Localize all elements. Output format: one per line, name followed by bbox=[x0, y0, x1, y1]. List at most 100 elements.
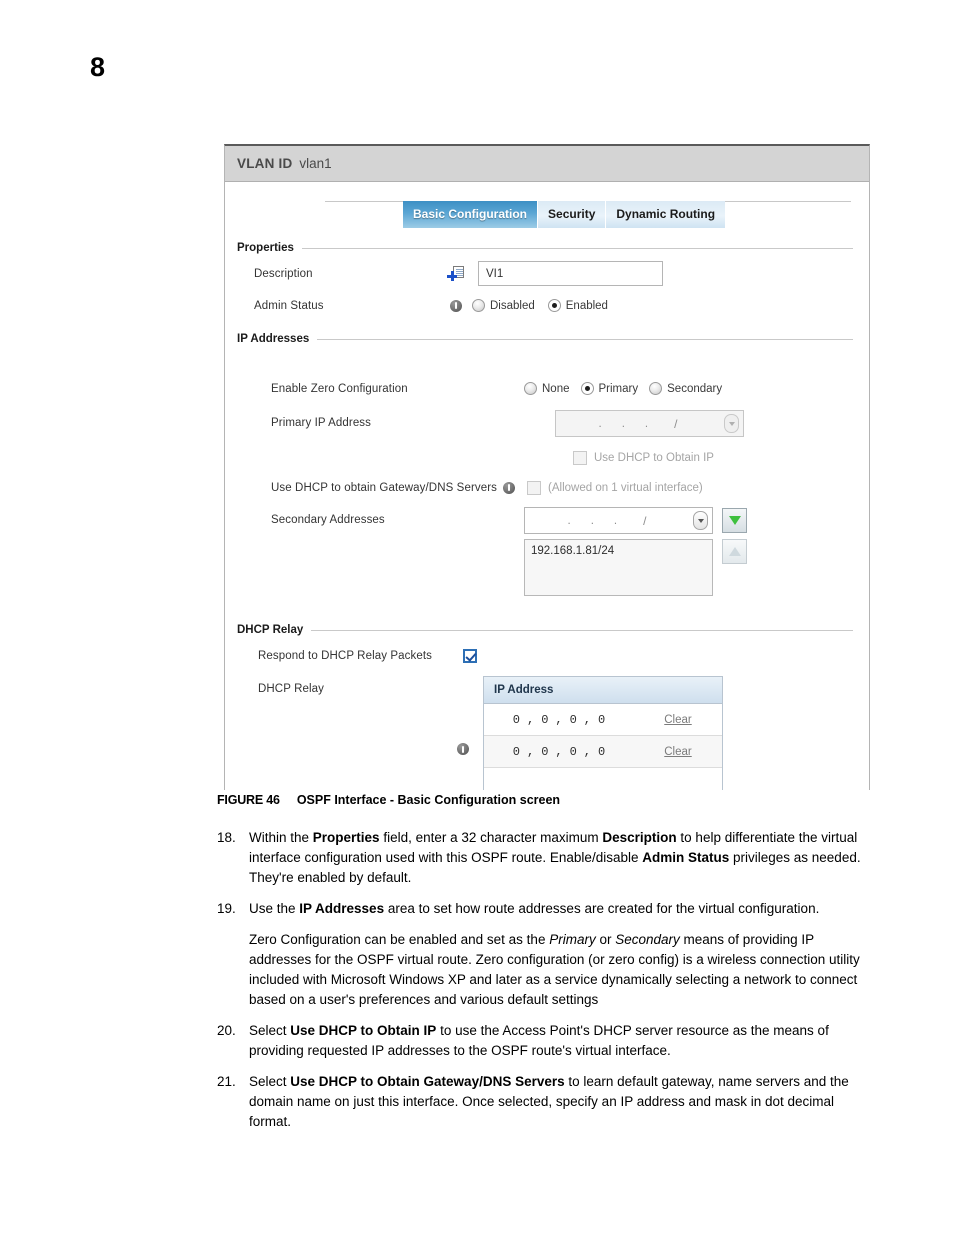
dhcp-relay-table-header: IP Address bbox=[484, 677, 722, 704]
table-row[interactable]: 0, 0, 0, 0 Clear bbox=[484, 736, 722, 768]
respond-relay-checkbox[interactable] bbox=[463, 648, 477, 663]
use-dhcp-gateway-checkbox[interactable] bbox=[527, 480, 542, 495]
clear-link[interactable]: Clear bbox=[634, 746, 722, 758]
zero-config-option-none[interactable]: None bbox=[524, 382, 570, 395]
ip-dot-2: . bbox=[621, 417, 625, 430]
edit-indicator-icon bbox=[524, 424, 541, 439]
use-dhcp-obtain-ip-row: Use DHCP to Obtain IP bbox=[237, 446, 853, 469]
list-item[interactable]: 192.168.1.81/24 bbox=[531, 545, 614, 557]
secondary-addresses-label: Secondary Addresses bbox=[271, 514, 385, 526]
secondary-addresses-row: Secondary Addresses . . . / 192.168.1.81… bbox=[237, 507, 853, 596]
primary-ip-mask-spinner[interactable] bbox=[724, 414, 739, 433]
zero-config-option-primary[interactable]: Primary bbox=[580, 382, 639, 395]
ip-dot-1: . bbox=[567, 514, 571, 527]
radio-disabled-label: Disabled bbox=[490, 299, 535, 312]
properties-section-head: Properties bbox=[237, 242, 853, 254]
radio-disabled[interactable] bbox=[472, 299, 485, 312]
primary-ip-input[interactable]: . . . / bbox=[555, 410, 744, 437]
ip-dot-1: . bbox=[598, 417, 602, 430]
respond-relay-label: Respond to DHCP Relay Packets bbox=[258, 649, 432, 662]
info-icon[interactable] bbox=[503, 481, 516, 494]
radio-enabled-label: Enabled bbox=[565, 299, 608, 312]
radio-primary-label: Primary bbox=[598, 382, 639, 395]
secondary-addresses-list[interactable]: 192.168.1.81/24 bbox=[524, 539, 713, 596]
admin-status-row: Admin Status Disabled Enabled bbox=[237, 294, 853, 317]
step-18: 18. Within the Properties field, enter a… bbox=[217, 828, 872, 888]
tab-list: Basic Configuration Security Dynamic Rou… bbox=[403, 201, 726, 228]
sep: , bbox=[555, 712, 563, 727]
step-text: Select Use DHCP to Obtain Gateway/DNS Se… bbox=[249, 1074, 849, 1129]
clear-link[interactable]: Clear bbox=[634, 714, 722, 726]
tab-bar: Basic Configuration Security Dynamic Rou… bbox=[225, 196, 869, 230]
octet-1: 0 bbox=[512, 712, 520, 727]
dhcp-relay-section-label: DHCP Relay bbox=[237, 624, 304, 636]
sep: , bbox=[583, 744, 591, 759]
tab-dynamic-routing[interactable]: Dynamic Routing bbox=[606, 201, 726, 228]
add-secondary-address-button[interactable] bbox=[722, 508, 747, 533]
use-dhcp-gateway-note: (Allowed on 1 virtual interface) bbox=[548, 481, 703, 494]
step-number: 18. bbox=[217, 830, 236, 845]
step-19-continuation: Zero Configuration can be enabled and se… bbox=[249, 932, 860, 1007]
panel-header-value: vlan1 bbox=[299, 156, 332, 171]
secondary-ip-octets: . . . / bbox=[525, 514, 693, 528]
figure-caption: FIGURE 46 OSPF Interface - Basic Configu… bbox=[217, 793, 560, 807]
admin-status-option-enabled[interactable]: Enabled bbox=[547, 299, 608, 312]
respond-relay-row: Respond to DHCP Relay Packets bbox=[237, 644, 853, 667]
ip-mask-slash: / bbox=[643, 513, 647, 528]
step-number: 21. bbox=[217, 1074, 236, 1089]
relay-ip-cell[interactable]: 0, 0, 0, 0 bbox=[484, 736, 634, 767]
octet-4: 0 bbox=[598, 712, 606, 727]
info-icon[interactable] bbox=[450, 299, 462, 312]
step-20: 20. Select Use DHCP to Obtain IP to use … bbox=[217, 1021, 872, 1061]
ip-dot-3: . bbox=[644, 417, 649, 430]
page-number: 8 bbox=[90, 52, 105, 82]
admin-status-label: Admin Status bbox=[254, 299, 324, 312]
remove-secondary-address-button[interactable] bbox=[722, 539, 747, 564]
sep: , bbox=[583, 712, 591, 727]
dhcp-relay-label: DHCP Relay bbox=[258, 683, 324, 695]
description-input[interactable]: VI1 bbox=[478, 261, 663, 286]
tab-basic-configuration[interactable]: Basic Configuration bbox=[403, 201, 539, 228]
instruction-steps: 18. Within the Properties field, enter a… bbox=[217, 828, 872, 1143]
info-icon[interactable] bbox=[457, 743, 469, 755]
sep: , bbox=[526, 744, 535, 759]
octet-1: 0 bbox=[512, 744, 520, 759]
radio-none[interactable] bbox=[524, 382, 537, 395]
step-text: Select Use DHCP to Obtain IP to use the … bbox=[249, 1023, 829, 1058]
figure-caption-text: OSPF Interface - Basic Configuration scr… bbox=[296, 793, 561, 807]
radio-primary[interactable] bbox=[580, 382, 594, 395]
step-21: 21. Select Use DHCP to Obtain Gateway/DN… bbox=[217, 1072, 872, 1132]
octet-2: 0 bbox=[541, 712, 549, 727]
ip-addresses-section-head: IP Addresses bbox=[237, 333, 853, 345]
octet-4: 0 bbox=[598, 744, 606, 759]
panel-header-title: VLAN ID bbox=[237, 156, 293, 171]
table-row-empty bbox=[484, 768, 722, 790]
admin-status-option-disabled[interactable]: Disabled bbox=[472, 299, 535, 312]
section-divider bbox=[301, 247, 853, 249]
ospf-interface-panel: VLAN ID vlan1 Basic Configuration Securi… bbox=[224, 144, 870, 790]
zero-config-option-secondary[interactable]: Secondary bbox=[649, 382, 722, 395]
use-dhcp-obtain-ip-checkbox[interactable] bbox=[573, 450, 587, 465]
radio-none-label: None bbox=[542, 382, 570, 395]
primary-ip-label: Primary IP Address bbox=[271, 417, 372, 429]
sep: , bbox=[555, 744, 563, 759]
tab-security[interactable]: Security bbox=[538, 201, 607, 228]
properties-section: Properties Description VI1 Admin Status … bbox=[237, 236, 853, 317]
figure-caption-number: FIGURE 46 bbox=[217, 793, 280, 807]
radio-secondary[interactable] bbox=[649, 382, 663, 395]
secondary-ip-input[interactable]: . . . / bbox=[524, 507, 713, 534]
step-19: 19. Use the IP Addresses area to set how… bbox=[217, 899, 872, 919]
table-row[interactable]: 0, 0, 0, 0 Clear bbox=[484, 704, 722, 736]
step-text: Within the Properties field, enter a 32 … bbox=[249, 830, 861, 885]
admin-status-radio-group: Disabled Enabled bbox=[472, 299, 608, 312]
description-label: Description bbox=[254, 267, 313, 280]
ip-dot-3: . bbox=[613, 514, 618, 527]
primary-ip-row: Primary IP Address . . . / bbox=[237, 410, 853, 439]
secondary-ip-mask-spinner[interactable] bbox=[693, 511, 708, 530]
zero-config-label: Enable Zero Configuration bbox=[271, 382, 408, 395]
relay-ip-cell[interactable]: 0, 0, 0, 0 bbox=[484, 704, 634, 735]
octet-3: 0 bbox=[569, 744, 577, 759]
section-divider bbox=[317, 338, 853, 340]
zero-config-row: Enable Zero Configuration None Primary S… bbox=[237, 377, 853, 400]
radio-enabled[interactable] bbox=[547, 299, 561, 312]
